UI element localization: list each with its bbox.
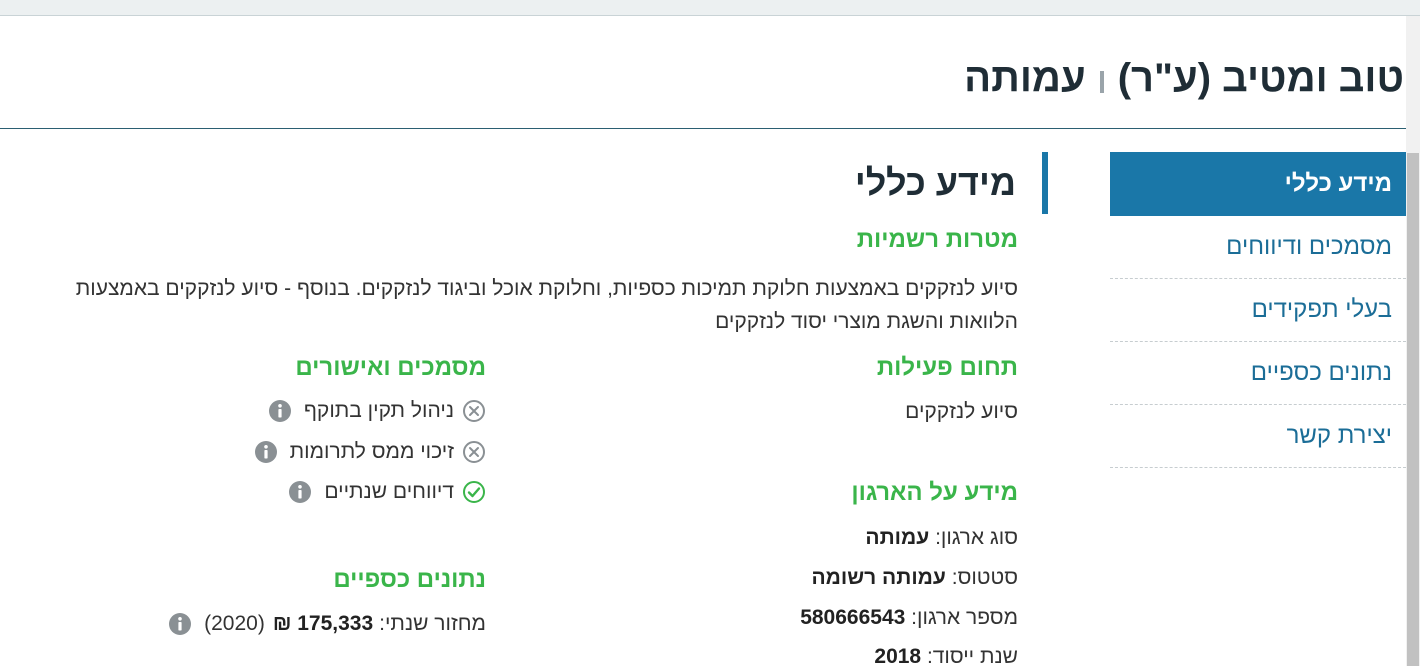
title-row: טוב ומטיב (ע"ר) עמותה: [0, 16, 1420, 129]
check-circle-icon: [462, 480, 486, 504]
page-title: טוב ומטיב (ע"ר) עמותה: [964, 56, 1404, 101]
financial-label: מחזור שנתי:: [379, 612, 486, 635]
activity-heading: תחום פעילות: [876, 354, 1018, 381]
info-icon[interactable]: [168, 612, 192, 636]
org-info-value: עמותה רשומה: [811, 566, 946, 589]
document-item-tax-credit: זיכוי ממס לתרומות: [254, 440, 486, 464]
sidebar-item-general-info[interactable]: מידע כללי: [1110, 152, 1406, 216]
scrollbar-thumb[interactable]: [1407, 153, 1419, 666]
info-icon[interactable]: [254, 440, 278, 464]
document-item-proper-management: ניהול תקין בתוקף: [268, 399, 486, 423]
section-header: מידע כללי: [855, 152, 1048, 214]
x-circle-icon: [462, 440, 486, 464]
sidebar-item-label: נתונים כספיים: [1250, 359, 1392, 386]
x-circle-icon: [462, 399, 486, 423]
document-label: זיכוי ממס לתרומות: [289, 440, 454, 463]
sidebar-item-label: מידע כללי: [1284, 170, 1392, 197]
purposes-heading: מטרות רשמיות: [856, 226, 1018, 253]
sidebar-nav: מידע כללי מסמכים ודיווחים בעלי תפקידים נ…: [1110, 152, 1406, 468]
org-info-row-year: שנת ייסוד: 2018: [874, 645, 1018, 666]
org-info-label: סטטוס:: [951, 566, 1018, 589]
activity-value: סיוע לנזקקים: [905, 400, 1018, 423]
document-label: ניהול תקין בתוקף: [303, 399, 454, 422]
documents-heading: מסמכים ואישורים: [295, 354, 486, 381]
top-bar: [0, 0, 1420, 16]
org-info-label: סוג ארגון:: [935, 526, 1018, 549]
purposes-text: סיוע לנזקקים באמצעות חלוקת תמיכות כספיות…: [75, 277, 1018, 333]
org-name: טוב ומטיב (ע"ר): [1117, 56, 1404, 100]
financial-value: 175,333 ₪: [272, 612, 374, 635]
section-title: מידע כללי: [854, 162, 1016, 203]
org-info-heading: מידע על הארגון: [851, 479, 1018, 506]
org-info-value: 580666543: [800, 606, 906, 629]
org-info-label: שנת ייסוד:: [926, 645, 1018, 666]
org-info-label: מספר ארגון:: [911, 606, 1018, 629]
scrollbar[interactable]: [1406, 16, 1420, 666]
org-info-row-number: מספר ארגון: 580666543: [800, 606, 1018, 630]
org-info-value: עמותה: [865, 526, 930, 549]
document-item-annual-reports: דיווחים שנתיים: [288, 480, 486, 504]
sidebar-item-financial[interactable]: נתונים כספיים: [1110, 342, 1406, 405]
financial-row: מחזור שנתי: 175,333 ₪ (2020): [168, 612, 486, 636]
sidebar-item-contact[interactable]: יצירת קשר: [1110, 405, 1406, 468]
info-icon[interactable]: [268, 399, 292, 423]
org-info-value: 2018: [874, 645, 922, 666]
financial-heading: נתונים כספיים: [333, 566, 486, 593]
sidebar-item-label: בעלי תפקידים: [1251, 296, 1392, 323]
document-label: דיווחים שנתיים: [324, 480, 454, 503]
sidebar-item-label: יצירת קשר: [1286, 422, 1392, 449]
sidebar-item-office-holders[interactable]: בעלי תפקידים: [1110, 279, 1406, 342]
org-info-row-type: סוג ארגון: עמותה: [865, 526, 1018, 550]
financial-year: (2020): [204, 612, 265, 635]
title-separator: [1099, 70, 1104, 93]
sidebar-item-documents[interactable]: מסמכים ודיווחים: [1110, 216, 1406, 279]
org-info-row-status: סטטוס: עמותה רשומה: [811, 566, 1018, 590]
sidebar-item-label: מסמכים ודיווחים: [1226, 233, 1392, 260]
info-icon[interactable]: [288, 480, 312, 504]
org-type-tag: עמותה: [964, 56, 1086, 100]
